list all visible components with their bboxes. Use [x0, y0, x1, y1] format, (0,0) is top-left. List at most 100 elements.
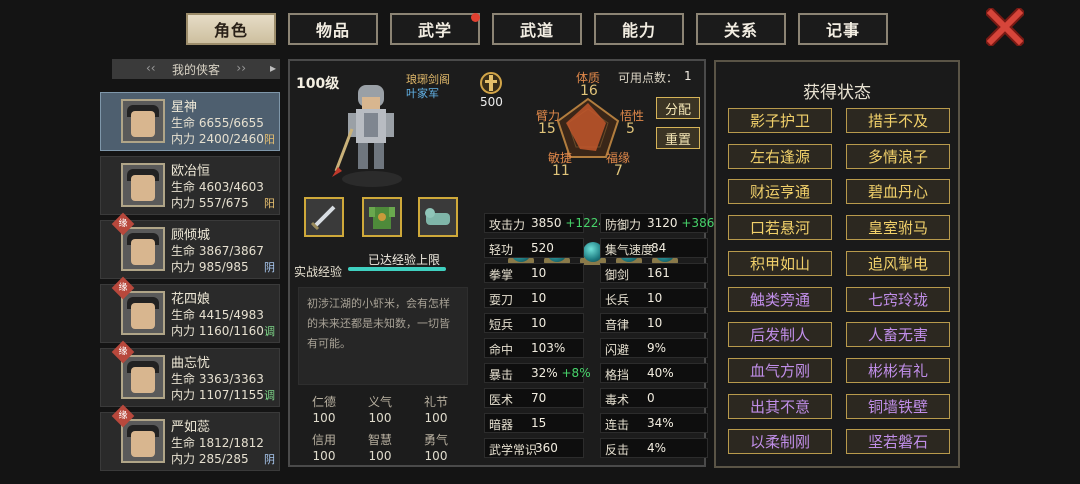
stat-value: 0 [647, 391, 655, 405]
stat-label: 集气速度 [605, 243, 654, 257]
reputation-value: 500 [480, 95, 503, 109]
tab-4[interactable]: 能力 [594, 13, 684, 45]
character-hp: 生命 1812/1812 [171, 436, 264, 450]
status-tag[interactable]: 血气方刚 [728, 357, 832, 383]
stat-bonus: +8% [561, 366, 591, 380]
character-mp: 内力 985/985 [171, 260, 249, 274]
stat-label: 攻击力 [489, 218, 526, 232]
tab-3[interactable]: 武道 [492, 13, 582, 45]
weapon-slot[interactable] [304, 197, 344, 237]
notification-dot [471, 13, 480, 22]
bond-badge: 缘 [111, 404, 135, 428]
virtue-value: 100 [312, 449, 336, 463]
virtue-item: 仁德 100 [296, 393, 352, 425]
accessory-slot[interactable] [418, 197, 458, 237]
status-tag[interactable]: 铜墙铁壁 [846, 393, 950, 419]
faction-label: 叶家军 [406, 87, 439, 100]
virtue-item: 信用 100 [296, 431, 352, 463]
status-tag[interactable]: 后发制人 [728, 322, 832, 348]
character-detail-panel: 100级 琅琊剑阁 叶家军 500 体质 16 臂力 15 悟性 5 敏捷 11… [288, 59, 714, 467]
fuyuan-value: 7 [614, 163, 623, 179]
tab-label: 武学 [417, 21, 452, 40]
tab-2[interactable]: 武学 [390, 13, 480, 45]
stat-label: 暗器 [489, 418, 514, 432]
status-tag[interactable]: 人畜无害 [846, 322, 950, 348]
character-mp: 内力 285/285 [171, 452, 249, 466]
virtue-label: 礼节 [423, 395, 448, 409]
reset-button[interactable]: 重置 [656, 127, 700, 149]
stat-row: 集气速度 84 [600, 238, 708, 258]
stat-value: 4% [647, 441, 667, 455]
status-tag[interactable]: 碧血丹心 [846, 179, 950, 205]
status-tag[interactable]: 以柔制刚 [728, 429, 832, 455]
status-tag[interactable]: 触类旁通 [728, 286, 832, 312]
status-tag[interactable]: 影子护卫 [728, 108, 832, 133]
stat-value: 34% [647, 416, 674, 430]
status-tag[interactable]: 出其不意 [728, 393, 832, 419]
virtue-value: 100 [368, 449, 392, 463]
character-card[interactable]: 星神 生命 6655/6655 内力 2400/2460 阳 [100, 92, 280, 151]
stat-label: 长兵 [605, 293, 630, 307]
status-tag[interactable]: 追风掣电 [846, 250, 950, 276]
stat-value: 10 [531, 266, 547, 280]
stat-value: 103% [531, 341, 566, 355]
exp-bar [348, 267, 446, 271]
stat-row: 攻击力 3850 +1224 [484, 213, 606, 233]
arrow-right-icon[interactable]: ▸ [270, 61, 276, 75]
status-tag[interactable]: 口若悬河 [728, 215, 832, 241]
status-tag[interactable]: 坚若磐石 [846, 429, 950, 455]
character-portrait [332, 85, 402, 187]
character-card[interactable]: 缘花四娘 生命 4415/4983 内力 1160/1160 调 [100, 276, 280, 343]
bili-value: 15 [538, 121, 556, 137]
tab-1[interactable]: 物品 [288, 13, 378, 45]
character-hp: 生命 3867/3867 [171, 244, 264, 258]
virtue-item: 义气 100 [352, 393, 408, 425]
virtue-label: 义气 [367, 395, 392, 409]
status-tag[interactable]: 彬彬有礼 [846, 357, 950, 383]
armor-slot[interactable] [362, 197, 402, 237]
stat-row: 御剑 161 [600, 263, 708, 283]
status-tag[interactable]: 财运亨通 [728, 179, 832, 205]
roster-title: 我的侠客 [171, 62, 220, 77]
character-card[interactable]: 缘顾倾城 生命 3867/3867 内力 985/985 阴 [100, 212, 280, 279]
stat-row: 闪避 9% [600, 338, 708, 358]
character-name: 星神 [171, 100, 198, 115]
yinyang-label: 阴 [264, 261, 275, 274]
close-button[interactable] [983, 5, 1027, 49]
stat-label: 反击 [605, 443, 630, 457]
points-value: 1 [684, 69, 692, 83]
character-card[interactable]: 欧冶恒 生命 4603/4603 内力 557/675 阳 [100, 156, 280, 215]
tab-6[interactable]: 记事 [798, 13, 888, 45]
character-card[interactable]: 缘严如蕊 生命 1812/1812 内力 285/285 阴 [100, 404, 280, 471]
stat-value: 360 [535, 441, 558, 455]
yinyang-label: 阳 [264, 133, 275, 146]
assign-button[interactable]: 分配 [656, 97, 700, 119]
status-tag[interactable]: 皇室驸马 [846, 215, 950, 241]
reputation-icon [480, 72, 502, 94]
character-hp: 生命 6655/6655 [171, 116, 264, 130]
status-tag[interactable]: 左右逢源 [728, 143, 832, 169]
stat-value: 520 [531, 241, 554, 255]
stat-label: 武学常识 [489, 443, 538, 457]
tab-0[interactable]: 角色 [186, 13, 276, 45]
yinyang-label: 调 [264, 325, 275, 338]
stat-label: 医术 [489, 393, 514, 407]
avatar [121, 227, 165, 271]
jade-beast-icon [425, 208, 450, 225]
stat-label: 连击 [605, 418, 630, 432]
tab-5[interactable]: 关系 [696, 13, 786, 45]
virtue-value: 100 [424, 449, 448, 463]
status-tag[interactable]: 多情浪子 [846, 143, 950, 169]
status-tag[interactable]: 积甲如山 [728, 250, 832, 276]
armor-icon [369, 207, 395, 229]
stat-row: 毒术 0 [600, 388, 708, 408]
status-tag[interactable]: 七窍玲珑 [846, 286, 950, 312]
character-card[interactable]: 缘曲忘忧 生命 3363/3363 内力 1107/1155 调 [100, 340, 280, 407]
stat-row: 武学常识 360 [484, 438, 584, 458]
stat-value: 3120 [647, 216, 678, 230]
status-tag[interactable]: 措手不及 [846, 108, 950, 133]
yinyang-label: 阳 [264, 197, 275, 210]
stat-row: 连击 34% [600, 413, 708, 433]
virtue-value: 100 [424, 411, 448, 425]
stat-value: 161 [647, 266, 670, 280]
